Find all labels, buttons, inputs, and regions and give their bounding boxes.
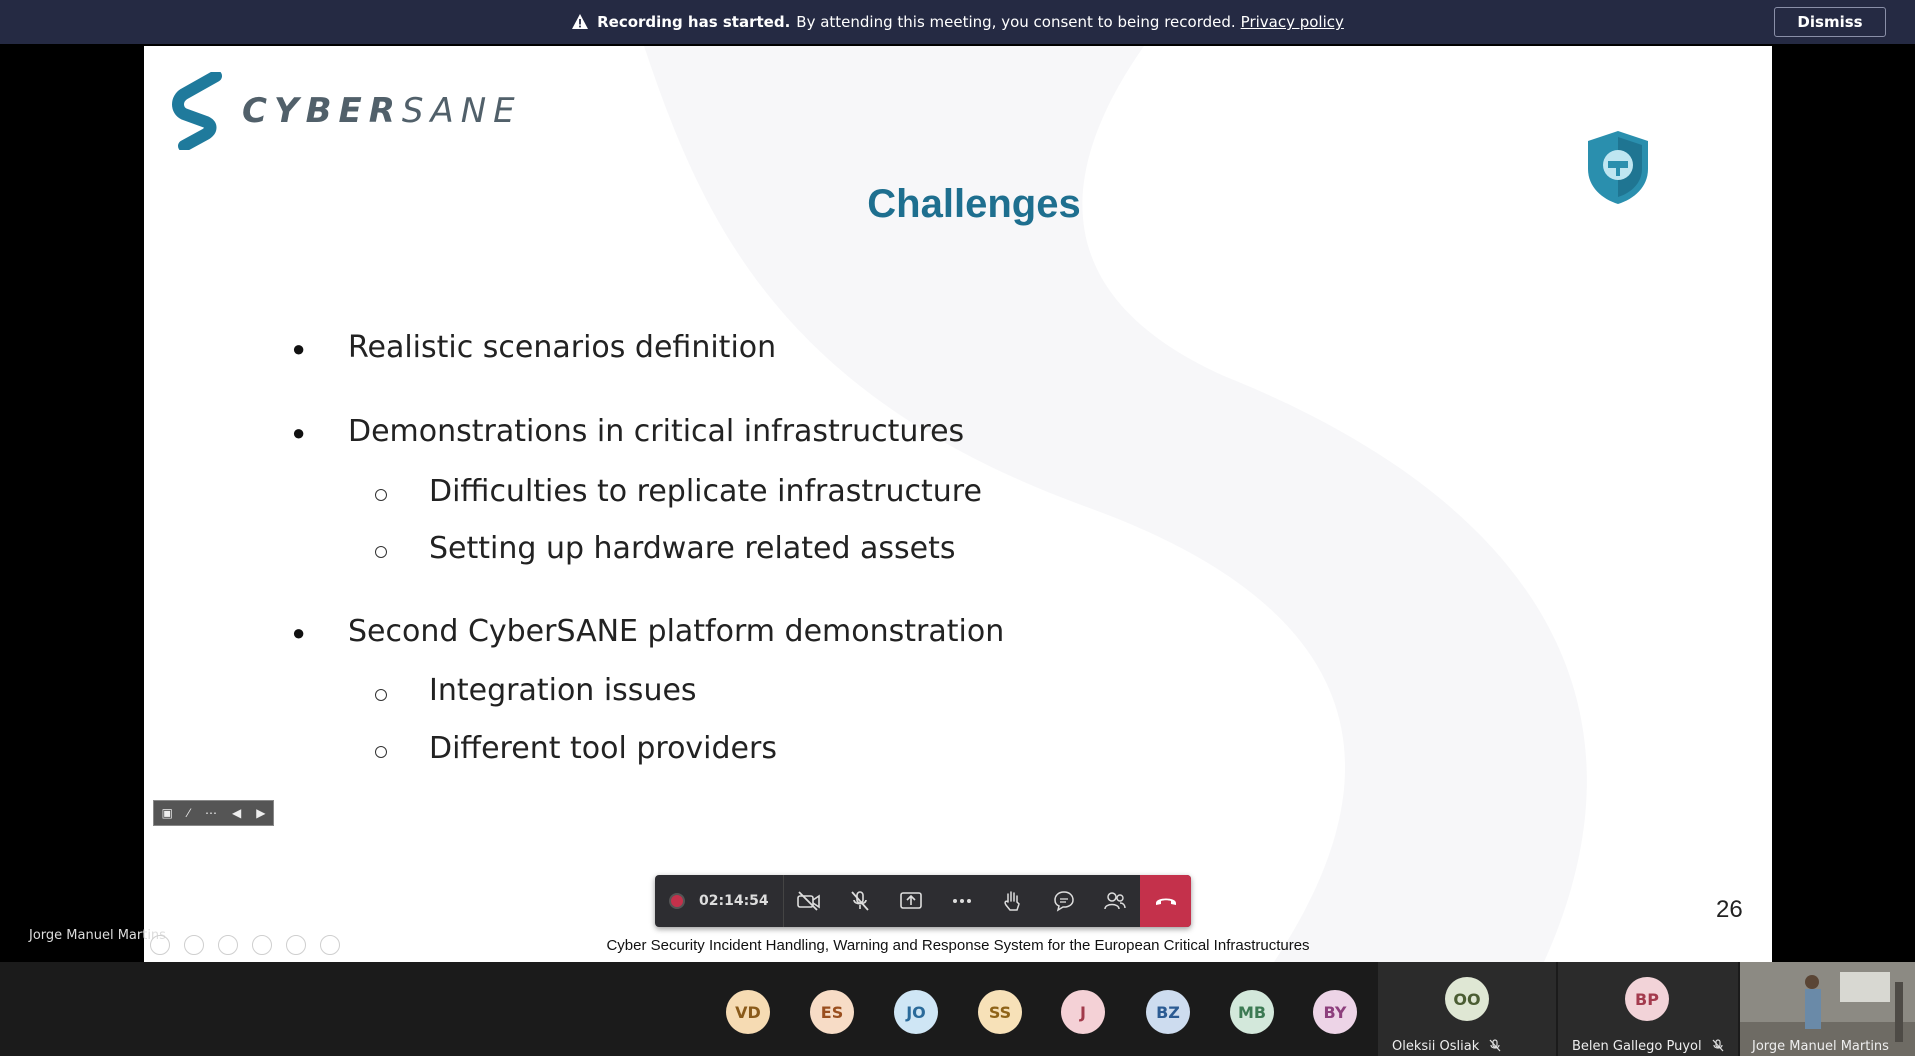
sub-bullet-circle [375,746,387,758]
slide-menu-icon[interactable]: ▣ [162,806,173,820]
participant-avatar: BP [1625,977,1669,1021]
call-control-bar: 02:14:54 [655,875,1192,927]
ghost-zoom-icon[interactable] [286,935,306,955]
share-icon [900,892,922,909]
bullet-1: Realistic scenarios definition [348,330,777,365]
bullet-3-sub-1: Integration issues [429,673,697,708]
hang-up-button[interactable] [1140,875,1192,927]
ghost-slides-icon[interactable] [252,935,272,955]
call-duration: 02:14:54 [699,893,769,909]
chat-icon [1053,891,1074,912]
camera-toggle-button[interactable] [784,875,835,927]
mic-muted-icon [1489,1039,1501,1052]
participant-strip: VD ES JO SS J BZ MB BY OO Oleksii Osliak… [0,962,1915,1056]
participant-avatar[interactable]: SS [978,990,1022,1034]
presenter-toolbar[interactable] [150,935,340,955]
presenter-video-tile[interactable]: Jorge Manuel Martins [1740,962,1915,1056]
participant-tile-oleksii[interactable]: OO Oleksii Osliak [1378,962,1556,1056]
participant-avatar[interactable]: J [1061,990,1105,1034]
slide-controls[interactable]: ▣ ⁄ ⋯ ◀ ▶ [153,800,274,826]
slide-footer: Cyber Security Incident Handling, Warnin… [606,937,1310,954]
raise-hand-icon [1004,891,1020,911]
bullet-2-sub-1: Difficulties to replicate infrastructure [429,474,982,509]
participant-avatar[interactable]: VD [726,990,770,1034]
privacy-policy-link[interactable]: Privacy policy [1241,13,1344,31]
participants-button[interactable] [1089,875,1140,927]
banner-message: By attending this meeting, you consent t… [796,13,1236,31]
mic-muted-icon [1712,1039,1724,1052]
mic-off-icon [851,891,869,911]
slide-more-icon[interactable]: ⋯ [205,806,217,820]
participant-name: Oleksii Osliak [1392,1039,1501,1054]
sub-bullet-circle [375,689,387,701]
ghost-prev-icon[interactable] [150,935,170,955]
participant-tile-belen[interactable]: BP Belen Gallego Puyol [1558,962,1738,1056]
participant-avatar[interactable]: ES [810,990,854,1034]
participant-avatar[interactable]: JO [894,990,938,1034]
recording-indicator-icon [669,893,685,909]
ghost-next-icon[interactable] [184,935,204,955]
participants-icon [1103,892,1126,910]
bullet-2: Demonstrations in critical infrastructur… [348,414,965,449]
slide-title: Challenges [867,182,1081,226]
sub-bullet-circle [375,489,387,501]
ghost-more-icon[interactable] [320,935,340,955]
bullet-dot: ● [292,620,306,645]
camera-off-icon [797,891,820,911]
bullet-2-sub-2: Setting up hardware related assets [429,531,956,566]
recording-timer: 02:14:54 [655,875,783,927]
participant-avatar[interactable]: MB [1230,990,1274,1034]
slide-page-number: 26 [1716,896,1743,923]
more-icon [952,899,971,903]
logo-text-light: SANE [401,91,522,131]
logo-mark-icon [172,72,222,150]
chat-button[interactable] [1038,875,1089,927]
sub-bullet-circle [375,546,387,558]
more-actions-button[interactable] [936,875,987,927]
logo-text-bold: CYBER [242,91,402,131]
bullet-3: Second CyberSANE platform demonstration [348,614,1005,649]
slide-next-icon[interactable]: ▶ [256,806,265,820]
bullet-dot: ● [292,336,306,361]
hang-up-icon [1155,898,1176,905]
participant-name: Belen Gallego Puyol [1572,1039,1724,1054]
cybersane-logo: CYBERSANE [172,72,522,150]
raise-hand-button[interactable] [987,875,1038,927]
bullet-3-sub-2: Different tool providers [429,731,777,766]
recording-banner: Recording has started. By attending this… [0,0,1915,44]
participant-avatar: OO [1445,977,1489,1021]
ghost-pen-icon[interactable] [218,935,238,955]
video-participant-name: Jorge Manuel Martins [1752,1039,1889,1054]
presenter-name: Jorge Manuel Martins [29,928,166,943]
bullet-dot: ● [292,420,306,445]
slide-pen-icon[interactable]: ⁄ [188,806,190,820]
share-screen-button[interactable] [885,875,936,927]
banner-title: Recording has started. [597,13,791,31]
participant-avatar[interactable]: BY [1313,990,1357,1034]
mic-toggle-button[interactable] [835,875,886,927]
slide-prev-icon[interactable]: ◀ [232,806,241,820]
participant-avatar[interactable]: BZ [1146,990,1190,1034]
dismiss-button[interactable]: Dismiss [1774,7,1886,37]
shared-slide: CYBERSANE Challenges ● Realistic scenari… [144,46,1772,962]
warning-icon [571,13,589,31]
